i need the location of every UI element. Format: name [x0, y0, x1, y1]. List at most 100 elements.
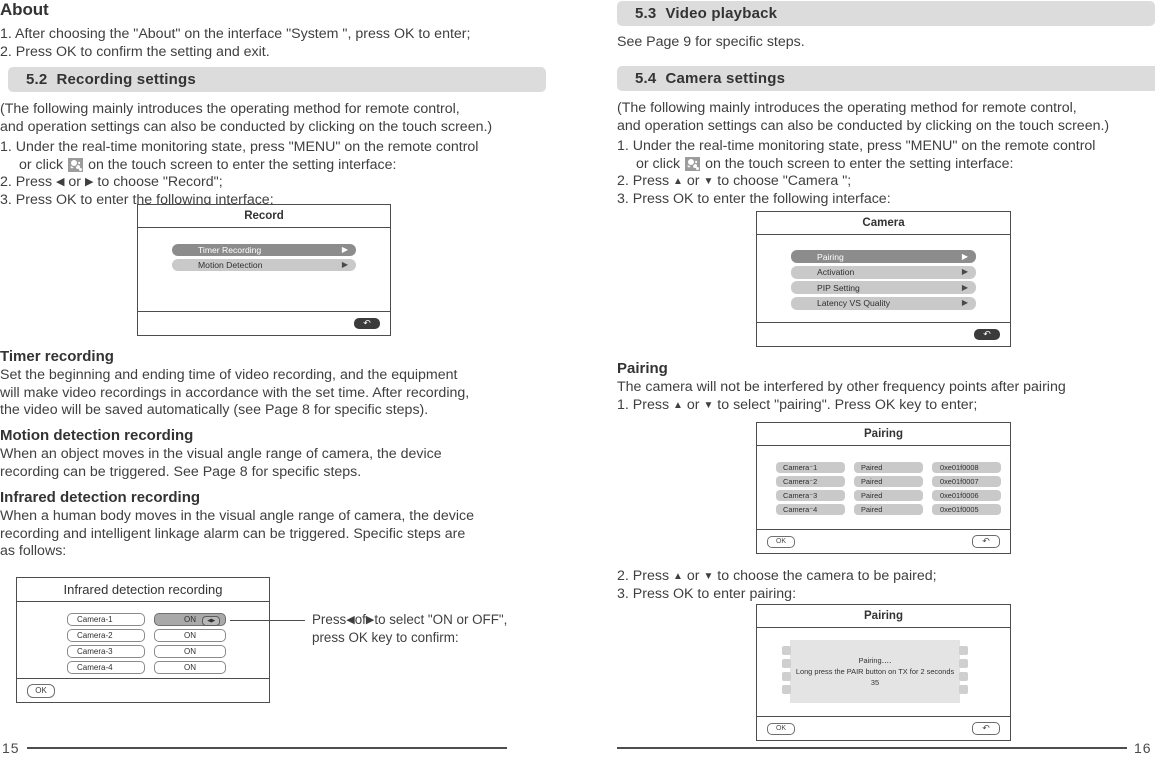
infrared-panel-title: Infrared detection recording — [17, 578, 269, 602]
infrared-toggle-value: ON — [184, 647, 196, 656]
chevron-right-icon: ▶ — [961, 251, 968, 261]
camera-step-2-post: to choose "Camera "; — [717, 173, 852, 189]
callout-post: to select "ON or OFF", — [374, 612, 508, 627]
camera-menu-item-pip[interactable]: PIP Setting ▶ — [791, 281, 976, 294]
camera-menu-item-pairing[interactable]: Pairing ▶ — [791, 250, 976, 263]
ok-button[interactable]: OK — [767, 535, 795, 548]
callout-leader-line — [230, 620, 305, 622]
back-arrow-icon[interactable]: ↶ — [974, 329, 1000, 340]
pairing-table-row[interactable]: Camera⁻4 Paired 0xe01f0005 — [776, 504, 1010, 515]
arrow-up-icon — [673, 400, 683, 411]
pairing-heading: Pairing — [617, 360, 668, 377]
pairing-table-row[interactable]: Camera⁻2 Paired 0xe01f0007 — [776, 476, 1010, 487]
camera-dialog-title: Camera — [757, 212, 1010, 235]
timer-recording-line-1: Set the beginning and ending time of vid… — [0, 367, 458, 383]
record-menu-item-timer[interactable]: Timer Recording ▶ — [172, 244, 356, 256]
pairing-id: 0xe01f0008 — [932, 462, 1001, 473]
camera-menu-item-latency[interactable]: Latency VS Quality ▶ — [791, 296, 976, 310]
recording-step-1b: or click on the touch screen to enter th… — [0, 157, 545, 175]
camera-dialog-footer: ↶ — [757, 322, 1010, 346]
camera-menu-item-latency-label: Latency VS Quality — [817, 298, 891, 308]
pairing-table-title: Pairing — [757, 423, 1010, 446]
pairing-progress-modal: Pairing‥‥ Long press the PAIR button on … — [782, 640, 968, 703]
infrared-row: Camera-4 ON — [67, 661, 269, 674]
footer-rule — [26, 747, 507, 749]
camera-step-2-pre: 2. Press — [617, 173, 670, 189]
camera-menu-item-activation[interactable]: Activation ▶ — [791, 265, 976, 279]
arrow-left-icon — [346, 615, 354, 626]
infrared-toggle-value: ON — [184, 631, 196, 640]
pairing-step-1-post: to select "pairing". Press OK key to ent… — [717, 396, 978, 413]
pairing-progress-dialog: Pairing Pairing‥‥ Long press the PAIR bu… — [756, 604, 1011, 741]
timer-recording-heading: Timer recording — [0, 348, 114, 365]
infrared-row: Camera-3 ON — [67, 645, 269, 658]
modal-tab-right — [959, 672, 968, 681]
camera-menu-item-pip-label: PIP Setting — [817, 282, 860, 293]
infrared-camera-label: Camera-2 — [67, 629, 145, 642]
infrared-toggle-value: ON — [184, 615, 196, 624]
arrow-up-icon — [673, 571, 683, 582]
modal-tab-left — [782, 646, 791, 655]
pairing-table-row[interactable]: Camera⁻3 Paired 0xe01f0006 — [776, 490, 1010, 501]
camera-menu-item-pairing-label: Pairing — [817, 251, 844, 262]
section-number-5-3: 5.3 — [635, 5, 657, 22]
pairing-camera: Camera⁻3 — [776, 490, 845, 501]
timer-recording-line-3: the video will be saved automatically (s… — [0, 402, 429, 418]
pairing-step-2-post: to choose the camera to be paired; — [717, 568, 937, 584]
section-title-5-3: Video playback — [665, 5, 778, 22]
pairing-status: Paired — [854, 504, 923, 515]
pairing-progress-body: Pairing‥‥ Long press the PAIR button on … — [757, 628, 1010, 716]
modal-tab-left — [782, 672, 791, 681]
timer-recording-line-2: will make video recordings in accordance… — [0, 384, 470, 401]
record-dialog-body: Timer Recording ▶ Motion Detection ▶ — [138, 228, 390, 311]
back-arrow-icon[interactable]: ↶ — [972, 535, 1000, 548]
page-number-right: 16 — [1134, 740, 1152, 756]
section-title-5-4: Camera settings — [665, 70, 786, 87]
modal-tab-right — [959, 659, 968, 668]
motion-detection-heading: Motion detection recording — [0, 427, 194, 444]
callout-pre: Press — [312, 612, 347, 627]
arrow-up-icon — [673, 176, 683, 187]
pairing-progress-line-1: Pairing‥‥ — [858, 656, 892, 665]
recording-intro-line-1: (The following mainly introduces the ope… — [0, 101, 460, 117]
arrow-down-icon — [703, 571, 713, 582]
ok-button[interactable]: OK — [767, 722, 795, 735]
infrared-detection-heading: Infrared detection recording — [0, 489, 201, 506]
infrared-toggle[interactable]: ON ◀▶ — [154, 613, 226, 626]
footer-right: 16 — [617, 740, 1152, 756]
infrared-toggle[interactable]: ON — [154, 661, 226, 674]
callout-text: Pressof to select "ON or OFF", press OK k… — [312, 611, 507, 647]
infrared-toggle-value: ON — [184, 663, 196, 672]
page-number-left: 15 — [2, 740, 20, 756]
infrared-toggle[interactable]: ON — [154, 629, 226, 642]
infrared-panel-footer: OK — [17, 678, 269, 702]
back-arrow-icon[interactable]: ↶ — [972, 722, 1000, 735]
section-bar-5-2: 5.2 Recording settings — [8, 67, 546, 92]
settings-gear-icon — [685, 156, 701, 171]
arrow-left-icon — [56, 177, 64, 188]
motion-detection-line-1: When an object moves in the visual angle… — [0, 446, 442, 462]
back-arrow-icon[interactable]: ↶ — [354, 318, 380, 329]
infrared-row: Camera-2 ON — [67, 629, 269, 642]
pairing-table-row[interactable]: Camera⁻1 Paired 0xe01f0008 — [776, 462, 1010, 473]
camera-intro-line-2: and operation settings can also be condu… — [617, 117, 1110, 134]
infrared-detection-line-2: recording and intelligent linkage alarm … — [0, 525, 466, 542]
section-title-5-2: Recording settings — [56, 71, 196, 88]
pairing-progress-countdown: 35 — [870, 678, 880, 687]
modal-tab-right — [959, 685, 968, 694]
pairing-id: 0xe01f0005 — [932, 504, 1001, 515]
infrared-toggle[interactable]: ON — [154, 645, 226, 658]
pairing-camera: Camera⁻1 — [776, 462, 845, 473]
camera-step-1b-post: on the touch screen to enter the setting… — [705, 155, 1014, 172]
record-menu-item-timer-label: Timer Recording — [198, 245, 262, 255]
pairing-progress-footer: OK ↶ — [757, 716, 1010, 740]
footer-rule — [617, 747, 1127, 749]
record-dialog-footer: ↶ — [138, 311, 390, 335]
pairing-table-footer: OK ↶ — [757, 529, 1010, 553]
ok-button[interactable]: OK — [27, 683, 55, 698]
record-menu-item-motion[interactable]: Motion Detection ▶ — [172, 258, 356, 271]
step-1b-post: on the touch screen to enter the setting… — [88, 156, 397, 173]
section-number-5-4: 5.4 — [635, 70, 657, 87]
infrared-panel-body: Camera-1 ON ◀▶ Camera-2 ON Camera-3 ON C… — [17, 602, 269, 678]
video-playback-text: See Page 9 for specific steps. — [617, 34, 805, 50]
